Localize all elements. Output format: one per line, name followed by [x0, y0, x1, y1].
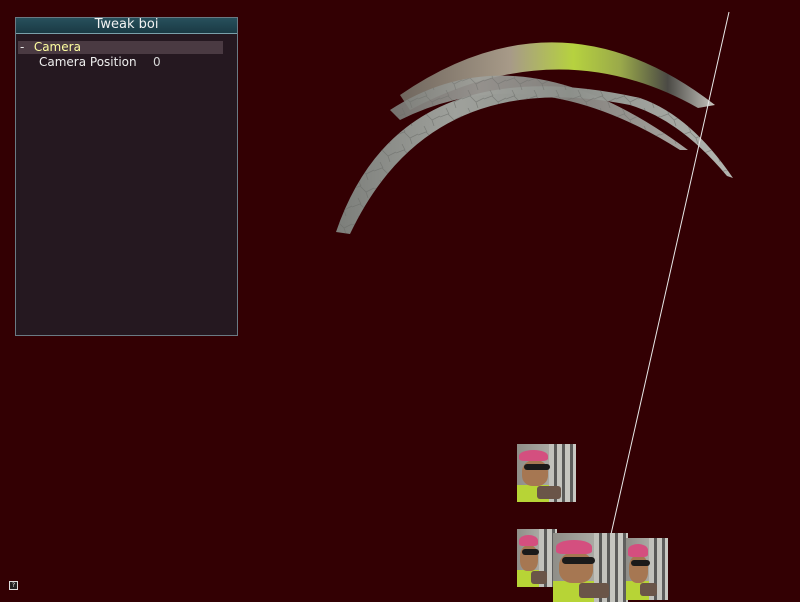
tweak-group-camera[interactable]: - Camera	[18, 41, 223, 54]
camera-position-label: Camera Position	[39, 55, 137, 69]
textured-quad-1	[517, 444, 576, 502]
tweak-panel[interactable]: Tweak boi - Camera Camera Position 0	[15, 17, 238, 336]
textured-quad-4	[626, 538, 668, 600]
tweak-group-label: Camera	[33, 40, 81, 54]
textured-quad-2	[517, 529, 557, 587]
textured-quad-3	[553, 533, 628, 602]
collapse-icon[interactable]: -	[18, 41, 30, 54]
help-icon[interactable]: ?	[9, 581, 18, 590]
tweak-panel-title[interactable]: Tweak boi	[16, 18, 237, 34]
camera-position-value[interactable]: 0	[153, 56, 161, 69]
